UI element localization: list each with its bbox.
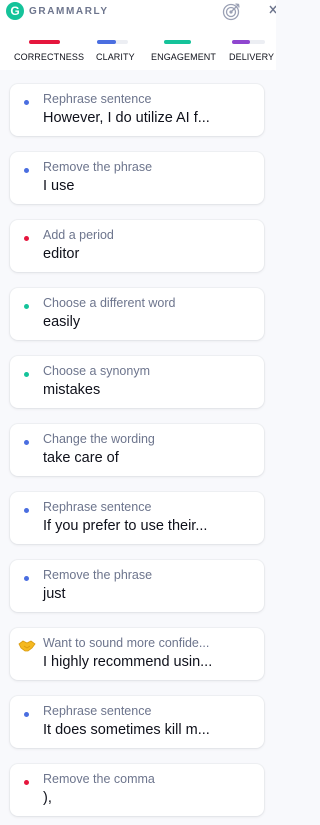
suggestion-card[interactable]: Remove the phrase just: [10, 560, 264, 612]
suggestion-title: Remove the phrase: [43, 568, 153, 582]
suggestion-card[interactable]: Choose a different word easily: [10, 288, 264, 340]
clarity-dot-icon: [24, 168, 29, 173]
tab-label: CLARITY: [96, 52, 135, 62]
suggestion-card[interactable]: Choose a synonym mistakes: [10, 356, 264, 408]
suggestion-title: Choose a synonym: [43, 364, 151, 378]
suggestion-title: Choose a different word: [43, 296, 176, 310]
suggestion-card[interactable]: Rephrase sentence However, I do utilize A…: [10, 84, 264, 136]
tab-correctness[interactable]: CORRECTNESS: [14, 30, 84, 70]
suggestion-card[interactable]: Remove the comma),: [10, 764, 264, 816]
suggestion-title: Remove the comma: [43, 772, 155, 786]
clarity-progress-fill: [97, 40, 116, 44]
suggestion-text: ),: [43, 790, 52, 806]
close-icon[interactable]: [258, 3, 277, 19]
suggestion-title: Rephrase sentence: [43, 704, 152, 718]
suggestion-title: Rephrase sentence: [43, 92, 152, 106]
correctness-progress-fill: [29, 40, 60, 44]
suggestion-text: I use: [43, 178, 75, 194]
handshake-icon: [18, 639, 36, 653]
suggestion-text: easily: [43, 314, 81, 330]
suggestion-card[interactable]: Add a period editor: [10, 220, 264, 272]
suggestion-card[interactable]: Want to sound more confide... I highly re…: [10, 628, 264, 680]
suggestion-title: Change the wording: [43, 432, 155, 446]
engagement-dot-icon: [24, 372, 29, 377]
header: G GRAMMARLY: [0, 0, 277, 30]
suggestion-text: It does sometimes kill m...: [43, 722, 210, 738]
suggestion-text: just: [43, 586, 66, 602]
clarity-dot-icon: [24, 440, 29, 445]
suggestion-card[interactable]: Rephrase sentence If you prefer to use th…: [10, 492, 264, 544]
tab-label: CORRECTNESS: [14, 52, 85, 62]
delivery-progress-fill: [232, 40, 251, 44]
suggestion-text: I highly recommend usin...: [43, 654, 213, 670]
suggestion-card[interactable]: Rephrase sentence It does sometimes kill …: [10, 696, 264, 748]
tab-engagement[interactable]: ENGAGEMENT: [151, 30, 216, 70]
category-tabs: CORRECTNESS CLARITY ENGAGEMENT DELIVERY: [0, 30, 276, 70]
correctness-dot-icon: [24, 236, 29, 241]
brand-name: GRAMMARLY: [29, 6, 109, 17]
suggestion-card[interactable]: Change the wording take care of: [10, 424, 264, 476]
suggestion-card[interactable]: Remove the phrase I use: [10, 152, 264, 204]
suggestion-title: Want to sound more confide...: [43, 636, 210, 650]
clarity-dot-icon: [24, 576, 29, 581]
tab-label: DELIVERY: [229, 52, 275, 62]
suggestion-title: Rephrase sentence: [43, 500, 152, 514]
engagement-progress-bar: [164, 40, 191, 44]
clarity-progress-bar: [97, 40, 128, 44]
engagement-dot-icon: [24, 304, 29, 309]
suggestion-text: However, I do utilize AI f...: [43, 110, 210, 126]
grammarly-logo-icon: G: [6, 2, 24, 20]
target-icon[interactable]: [221, 0, 243, 22]
tab-clarity[interactable]: CLARITY: [95, 30, 135, 70]
suggestion-text: editor: [43, 246, 80, 262]
tab-delivery[interactable]: DELIVERY: [229, 30, 276, 70]
delivery-progress-bar: [232, 40, 265, 44]
clarity-dot-icon: [24, 712, 29, 717]
clarity-dot-icon: [24, 100, 29, 105]
suggestion-title: Remove the phrase: [43, 160, 153, 174]
tab-label: ENGAGEMENT: [151, 52, 217, 62]
suggestion-text: If you prefer to use their...: [43, 518, 208, 534]
correctness-progress-bar: [29, 40, 60, 44]
suggestion-text: take care of: [43, 450, 119, 466]
clarity-dot-icon: [24, 508, 29, 513]
correctness-dot-icon: [24, 780, 29, 785]
engagement-progress-fill: [164, 40, 191, 44]
suggestion-title: Add a period: [43, 228, 114, 242]
suggestion-text: mistakes: [43, 382, 101, 398]
